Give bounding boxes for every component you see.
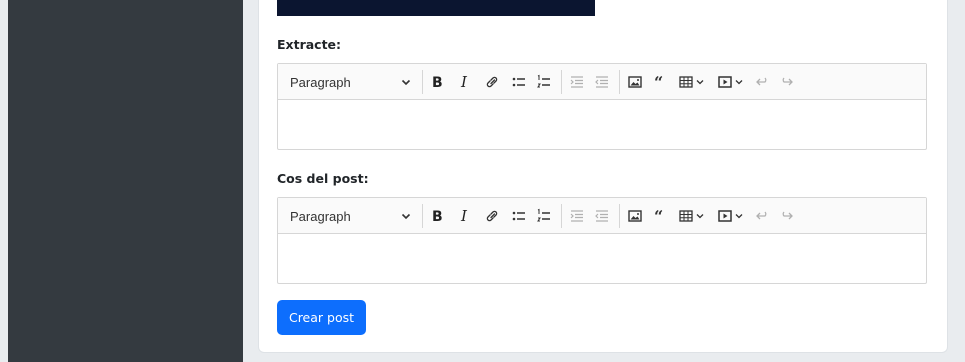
heading-dropdown-value: Paragraph bbox=[290, 208, 351, 224]
body-editor-content[interactable] bbox=[278, 234, 926, 283]
toolbar-separator bbox=[619, 70, 620, 94]
blockquote-icon[interactable]: “ bbox=[650, 205, 672, 227]
svg-text:“: “ bbox=[654, 208, 663, 224]
editor-toolbar: Paragraph B I “ bbox=[278, 198, 926, 234]
indent-icon[interactable] bbox=[566, 205, 588, 227]
table-icon[interactable] bbox=[675, 71, 711, 93]
media-embed-icon[interactable] bbox=[714, 71, 750, 93]
svg-text:“: “ bbox=[654, 74, 663, 90]
undo-icon[interactable] bbox=[752, 205, 774, 227]
table-icon[interactable] bbox=[675, 205, 711, 227]
outdent-icon[interactable] bbox=[591, 71, 613, 93]
extract-label: Extracte: bbox=[277, 37, 342, 52]
create-post-button[interactable]: Crear post bbox=[277, 300, 366, 335]
extract-editor-content[interactable] bbox=[278, 100, 926, 149]
heading-dropdown[interactable]: Paragraph bbox=[282, 204, 418, 228]
heading-dropdown[interactable]: Paragraph bbox=[282, 70, 418, 94]
indent-icon[interactable] bbox=[566, 71, 588, 93]
toolbar-separator bbox=[422, 70, 423, 94]
outdent-icon[interactable] bbox=[591, 205, 613, 227]
numbered-list-icon[interactable] bbox=[533, 205, 555, 227]
media-embed-icon[interactable] bbox=[714, 205, 750, 227]
redo-icon[interactable] bbox=[775, 71, 797, 93]
toolbar-separator bbox=[619, 204, 620, 228]
italic-icon[interactable]: I bbox=[454, 71, 476, 93]
sidebar bbox=[8, 0, 243, 362]
bulleted-list-icon[interactable] bbox=[508, 205, 530, 227]
toolbar-separator bbox=[561, 204, 562, 228]
image-icon[interactable] bbox=[624, 205, 646, 227]
bulleted-list-icon[interactable] bbox=[508, 71, 530, 93]
numbered-list-icon[interactable] bbox=[533, 71, 555, 93]
undo-icon[interactable] bbox=[752, 71, 774, 93]
extract-editor: Paragraph B I “ bbox=[277, 63, 927, 150]
redo-icon[interactable] bbox=[775, 205, 797, 227]
body-editor: Paragraph B I “ bbox=[277, 197, 927, 284]
bold-icon[interactable]: B bbox=[426, 71, 448, 93]
bold-icon[interactable]: B bbox=[426, 205, 448, 227]
blockquote-icon[interactable]: “ bbox=[650, 71, 672, 93]
image-icon[interactable] bbox=[624, 71, 646, 93]
link-icon[interactable] bbox=[481, 71, 503, 93]
italic-icon[interactable]: I bbox=[454, 205, 476, 227]
body-label: Cos del post: bbox=[277, 171, 369, 186]
toolbar-separator bbox=[561, 70, 562, 94]
editor-toolbar: Paragraph B I “ bbox=[278, 64, 926, 100]
link-icon[interactable] bbox=[481, 205, 503, 227]
toolbar-separator bbox=[422, 204, 423, 228]
svg-text:I: I bbox=[460, 74, 468, 90]
header-image-bar bbox=[277, 0, 595, 16]
chevron-down-icon bbox=[400, 76, 412, 88]
heading-dropdown-value: Paragraph bbox=[290, 74, 351, 90]
svg-text:B: B bbox=[432, 209, 443, 224]
svg-text:B: B bbox=[432, 75, 443, 90]
chevron-down-icon bbox=[400, 210, 412, 222]
svg-text:I: I bbox=[460, 208, 468, 224]
